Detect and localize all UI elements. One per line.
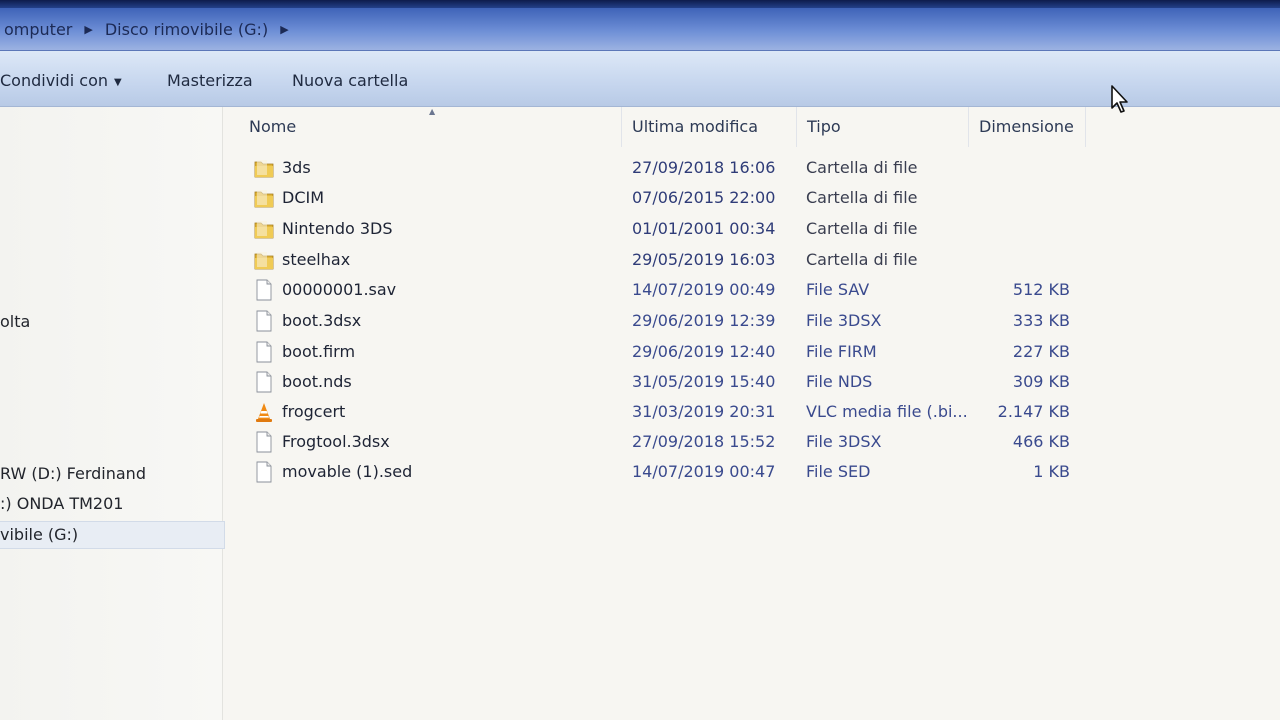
navigation-pane: olta RW (D:) Ferdinand :) ONDA TM201 vib…: [0, 107, 225, 720]
file-icon: [254, 371, 274, 393]
file-type: File 3DSX: [806, 311, 882, 330]
nav-item-removable-disk-g[interactable]: vibile (G:): [0, 521, 225, 549]
file-row[interactable]: boot.firm 29/06/2019 12:40 File FIRM 227 KB: [248, 337, 1098, 367]
file-modified: 01/01/2001 00:34: [632, 219, 776, 238]
file-type: Cartella di file: [806, 188, 918, 207]
new-folder-button[interactable]: Nuova cartella: [292, 71, 408, 90]
file-icon: [254, 310, 274, 332]
nav-item-drive-d[interactable]: RW (D:) Ferdinand: [0, 464, 146, 483]
file-type: File FIRM: [806, 342, 877, 361]
file-icon: [254, 341, 274, 363]
file-type: Cartella di file: [806, 158, 918, 177]
file-row[interactable]: boot.3dsx 29/06/2019 12:39 File 3DSX 333 KB: [248, 306, 1098, 336]
file-size: 466 KB: [1012, 432, 1070, 451]
breadcrumb: omputer ▶ Disco rimovibile (G:) ▶: [0, 17, 297, 41]
file-size: 309 KB: [1012, 372, 1070, 391]
mouse-pointer-icon: [1111, 85, 1128, 113]
file-modified: 07/06/2015 22:00: [632, 188, 776, 207]
file-name: 3ds: [282, 158, 311, 177]
column-divider[interactable]: [621, 107, 622, 147]
file-type: File 3DSX: [806, 432, 882, 451]
file-icon: [254, 279, 274, 301]
breadcrumb-chevron-icon[interactable]: ▶: [76, 23, 100, 36]
file-name: Nintendo 3DS: [282, 219, 393, 238]
column-header-size[interactable]: Dimensione: [979, 117, 1074, 136]
file-size: 512 KB: [1012, 280, 1070, 299]
breadcrumb-computer[interactable]: omputer: [0, 20, 76, 39]
column-header-type[interactable]: Tipo: [807, 117, 841, 136]
file-type: File NDS: [806, 372, 873, 391]
column-divider[interactable]: [796, 107, 797, 147]
file-name: steelhax: [282, 250, 351, 269]
file-size: 2.147 KB: [997, 402, 1070, 421]
file-row[interactable]: 00000001.sav 14/07/2019 00:49 File SAV 512 …: [248, 275, 1098, 305]
column-divider[interactable]: [968, 107, 969, 147]
file-size: 227 KB: [1012, 342, 1070, 361]
file-modified: 27/09/2018 15:52: [632, 432, 776, 451]
file-modified: 31/05/2019 15:40: [632, 372, 776, 391]
folder-icon: [254, 157, 274, 179]
file-type: VLC media file (.bi...: [806, 402, 968, 421]
file-row[interactable]: movable (1).sed 14/07/2019 00:47 File SED 1…: [248, 457, 1098, 487]
file-row[interactable]: frogcert 31/03/2019 20:31 VLC media file (…: [248, 397, 1098, 427]
column-header-modified[interactable]: Ultima modifica: [632, 117, 758, 136]
file-modified: 14/07/2019 00:49: [632, 280, 776, 299]
file-icon: [254, 461, 274, 483]
file-type: File SED: [806, 462, 871, 481]
breadcrumb-removable-disk[interactable]: Disco rimovibile (G:): [101, 20, 272, 39]
column-header-name[interactable]: Nome: [249, 117, 296, 136]
breadcrumb-chevron-icon[interactable]: ▶: [272, 23, 296, 36]
file-name: boot.firm: [282, 342, 356, 361]
file-row[interactable]: boot.nds 31/05/2019 15:40 File NDS 309 KB: [248, 367, 1098, 397]
file-modified: 14/07/2019 00:47: [632, 462, 776, 481]
file-type: File SAV: [806, 280, 870, 299]
file-icon: [254, 431, 274, 453]
folder-icon: [254, 218, 274, 240]
command-bar: Condividi con ▼ Masterizza Nuova cartella: [0, 51, 1280, 107]
file-name: boot.nds: [282, 372, 352, 391]
file-modified: 29/06/2019 12:40: [632, 342, 776, 361]
folder-icon: [254, 187, 274, 209]
file-row[interactable]: DCIM 07/06/2015 22:00 Cartella di file: [248, 183, 1098, 213]
file-modified: 27/09/2018 16:06: [632, 158, 776, 177]
nav-item-recent[interactable]: olta: [0, 312, 30, 331]
file-modified: 31/03/2019 20:31: [632, 402, 776, 421]
file-name: movable (1).sed: [282, 462, 413, 481]
share-with-label: Condividi con: [0, 71, 109, 90]
file-name: DCIM: [282, 188, 325, 207]
column-divider[interactable]: [1085, 107, 1086, 147]
sort-ascending-icon: ▲: [429, 107, 436, 116]
share-with-button[interactable]: Condividi con ▼: [0, 71, 122, 90]
file-name: boot.3dsx: [282, 311, 362, 330]
address-bar[interactable]: omputer ▶ Disco rimovibile (G:) ▶: [0, 8, 1280, 51]
folder-icon: [254, 249, 274, 271]
file-modified: 29/06/2019 12:39: [632, 311, 776, 330]
vlc-cone-icon: [254, 401, 274, 423]
file-row[interactable]: steelhax 29/05/2019 16:03 Cartella di file: [248, 245, 1098, 275]
window-frame-top: [0, 0, 1280, 8]
file-size: 1 KB: [1033, 462, 1070, 481]
nav-item-onda-tm201[interactable]: :) ONDA TM201: [0, 494, 123, 513]
file-type: Cartella di file: [806, 219, 918, 238]
file-size: 333 KB: [1012, 311, 1070, 330]
chevron-down-icon: ▼: [114, 77, 122, 88]
file-row[interactable]: Nintendo 3DS 01/01/2001 00:34 Cartella di …: [248, 214, 1098, 244]
file-row[interactable]: Frogtool.3dsx 27/09/2018 15:52 File 3DSX 46…: [248, 427, 1098, 457]
file-name: 00000001.sav: [282, 280, 397, 299]
file-name: frogcert: [282, 402, 346, 421]
file-name: Frogtool.3dsx: [282, 432, 390, 451]
burn-button[interactable]: Masterizza: [167, 71, 253, 90]
file-type: Cartella di file: [806, 250, 918, 269]
file-modified: 29/05/2019 16:03: [632, 250, 776, 269]
file-row[interactable]: 3ds 27/09/2018 16:06 Cartella di file: [248, 153, 1098, 183]
